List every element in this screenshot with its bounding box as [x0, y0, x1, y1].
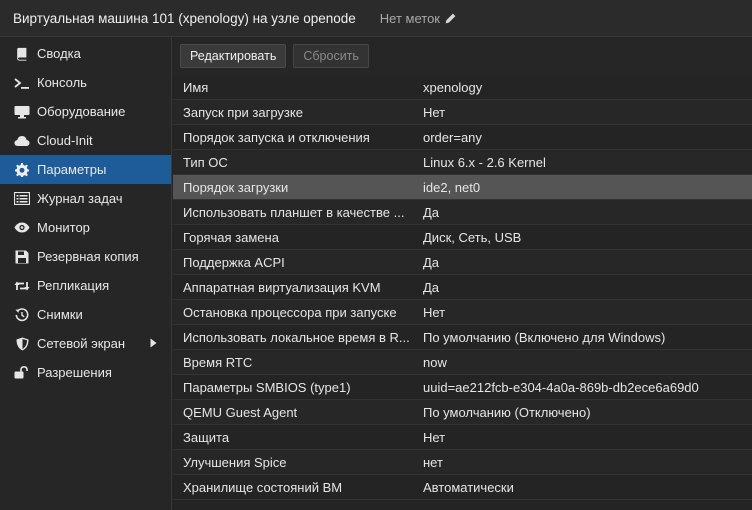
table-row[interactable]: Время RTC now	[173, 350, 752, 375]
sidebar-item-label: Журнал задач	[37, 191, 123, 206]
gear-icon	[14, 162, 30, 178]
option-key: Имя	[183, 79, 209, 95]
option-value: Автоматически	[423, 479, 514, 495]
option-key: Тип ОС	[183, 154, 228, 170]
sidebar: Сводка Консоль Оборудование Cloud-Init П…	[0, 38, 172, 510]
tags-label: Нет меток	[379, 10, 440, 26]
option-value: now	[423, 354, 447, 370]
sidebar-item-snapshots[interactable]: Снимки	[0, 300, 171, 329]
option-value: Да	[423, 254, 440, 270]
sidebar-item-label: Сводка	[37, 46, 81, 61]
sidebar-item-cloud-init[interactable]: Cloud-Init	[0, 126, 171, 155]
table-row[interactable]: Хранилище состояний ВМ Автоматически	[173, 475, 752, 500]
sidebar-item-permissions[interactable]: Разрешения	[0, 358, 171, 387]
table-row[interactable]: Порядок запуска и отключения order=any	[173, 125, 752, 150]
table-row[interactable]: Остановка процессора при запуске Нет	[173, 300, 752, 325]
table-row[interactable]: Тип ОС Linux 6.x - 2.6 Kernel	[173, 150, 752, 175]
floppy-icon	[14, 249, 30, 265]
option-key: Порядок загрузки	[183, 179, 289, 195]
option-value: xpenology	[423, 79, 483, 95]
sidebar-item-backup[interactable]: Резервная копия	[0, 242, 171, 271]
monitor-icon	[14, 104, 30, 120]
option-key: Аппаратная виртуализация KVM	[183, 279, 381, 295]
pencil-icon	[445, 13, 456, 23]
table-row[interactable]: Горячая замена Диск, Сеть, USB	[173, 225, 752, 250]
tags-edit[interactable]: Нет меток	[380, 11, 457, 26]
sidebar-item-label: Монитор	[37, 220, 90, 235]
option-key: Хранилище состояний ВМ	[183, 479, 343, 495]
option-key: Время RTC	[183, 354, 253, 370]
unlock-icon	[14, 365, 30, 381]
toolbar: Редактировать Сбросить	[173, 38, 752, 74]
sidebar-item-firewall[interactable]: Сетевой экран	[0, 329, 171, 358]
options-panel: Редактировать Сбросить Имя xpenology Запу…	[173, 38, 752, 510]
reset-button[interactable]: Сбросить	[293, 44, 369, 68]
book-icon	[14, 46, 30, 62]
sidebar-item-label: Сетевой экран	[37, 336, 126, 351]
option-value: ide2, net0	[423, 179, 481, 195]
sidebar-item-label: Снимки	[37, 307, 83, 322]
options-table: Имя xpenology Запуск при загрузке Нет Поря…	[173, 75, 752, 500]
sidebar-item-label: Консоль	[37, 75, 87, 90]
table-row[interactable]: Запуск при загрузке Нет	[173, 100, 752, 125]
history-icon	[14, 307, 30, 323]
option-value: Нет	[423, 104, 446, 120]
option-key: Использовать планшет в качестве ...	[183, 204, 405, 220]
table-row[interactable]: Параметры SMBIOS (type1) uuid=ae212fcb-e3…	[173, 375, 752, 400]
option-key: Порядок запуска и отключения	[183, 129, 370, 145]
page-title: Виртуальная машина 101 (xpenology) на уз…	[13, 10, 356, 26]
option-value: Linux 6.x - 2.6 Kernel	[423, 154, 546, 170]
list-icon	[14, 191, 30, 207]
table-row[interactable]: Использовать планшет в качестве ... Да	[173, 200, 752, 225]
sidebar-item-label: Репликация	[37, 278, 110, 293]
title-bar: Виртуальная машина 101 (xpenology) на уз…	[0, 0, 752, 37]
table-row[interactable]: Улучшения Spice нет	[173, 450, 752, 475]
option-key: Параметры SMBIOS (type1)	[183, 379, 351, 395]
sidebar-item-console[interactable]: Консоль	[0, 68, 171, 97]
option-value: Диск, Сеть, USB	[423, 229, 522, 245]
table-row[interactable]: Аппаратная виртуализация KVM Да	[173, 275, 752, 300]
table-row[interactable]: Защита Нет	[173, 425, 752, 450]
sidebar-item-replication[interactable]: Репликация	[0, 271, 171, 300]
edit-button[interactable]: Редактировать	[180, 44, 287, 68]
caret-right-icon[interactable]	[150, 338, 157, 348]
eye-icon	[14, 220, 30, 236]
option-key: Запуск при загрузке	[183, 104, 303, 120]
option-key: Использовать локальное время в R...	[183, 329, 410, 345]
option-key: Поддержка ACPI	[183, 254, 285, 270]
option-value: Да	[423, 204, 440, 220]
option-key: QEMU Guest Agent	[183, 404, 298, 420]
sidebar-item-task-history[interactable]: Журнал задач	[0, 184, 171, 213]
table-row[interactable]: QEMU Guest Agent По умолчанию (Отключено)	[173, 400, 752, 425]
option-value: По умолчанию (Отключено)	[423, 404, 591, 420]
sidebar-item-summary[interactable]: Сводка	[0, 39, 171, 68]
sidebar-item-label: Резервная копия	[37, 249, 139, 264]
sidebar-item-label: Оборудование	[37, 104, 126, 119]
sidebar-item-label: Параметры	[37, 162, 107, 177]
table-row[interactable]: Использовать локальное время в R... По ум…	[173, 325, 752, 350]
option-value: нет	[423, 454, 443, 470]
option-key: Защита	[183, 429, 230, 445]
option-value: По умолчанию (Включено для Windows)	[423, 329, 666, 345]
option-key: Горячая замена	[183, 229, 279, 245]
option-key: Улучшения Spice	[183, 454, 287, 470]
sidebar-item-monitor[interactable]: Монитор	[0, 213, 171, 242]
sidebar-item-hardware[interactable]: Оборудование	[0, 97, 171, 126]
shield-icon	[14, 336, 30, 352]
sidebar-item-label: Cloud-Init	[37, 133, 93, 148]
retweet-icon	[14, 278, 30, 294]
option-value: Да	[423, 279, 440, 295]
table-row[interactable]: Имя xpenology	[173, 75, 752, 100]
option-value: uuid=ae212fcb-e304-4a0a-869b-db2ece6a69d…	[423, 379, 699, 395]
sidebar-item-label: Разрешения	[37, 365, 112, 380]
option-key: Остановка процессора при запуске	[183, 304, 397, 320]
table-row-selected[interactable]: Порядок загрузки ide2, net0	[173, 175, 752, 200]
sidebar-item-options[interactable]: Параметры	[0, 155, 171, 184]
option-value: Нет	[423, 429, 446, 445]
cloud-icon	[14, 133, 30, 149]
terminal-icon	[14, 75, 30, 91]
option-value: Нет	[423, 304, 446, 320]
table-row[interactable]: Поддержка ACPI Да	[173, 250, 752, 275]
option-value: order=any	[423, 129, 482, 145]
